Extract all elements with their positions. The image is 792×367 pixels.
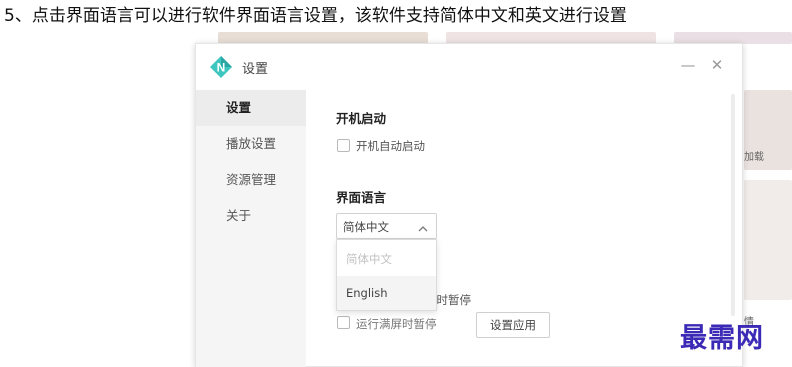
- watermark-logo: 最需网: [680, 323, 764, 354]
- settings-content: 开机启动 开机自动启动 界面语言 简体中文 简体中文 English 随时暂停 …: [306, 90, 743, 367]
- dialog-titlebar[interactable]: N 设置 — ✕: [196, 44, 742, 90]
- language-dropdown-menu: 简体中文 English: [336, 239, 437, 311]
- app-logo-icon: N: [210, 56, 232, 78]
- fullscreen-pause-checkbox[interactable]: [337, 316, 350, 329]
- language-selected-value: 简体中文: [343, 220, 389, 234]
- startup-section-title: 开机启动: [336, 111, 387, 126]
- content-scrollbar[interactable]: [731, 94, 735, 316]
- startup-checkbox-label: 开机自动启动: [356, 139, 425, 153]
- sidebar-item-settings[interactable]: 设置: [196, 90, 306, 126]
- minimize-button[interactable]: —: [678, 55, 698, 75]
- apply-settings-button[interactable]: 设置应用: [476, 312, 550, 338]
- fullscreen-pause-label: 运行满屏时暂停: [356, 317, 437, 331]
- background-fragment-text: 加载: [744, 152, 764, 163]
- close-button[interactable]: ✕: [707, 55, 727, 75]
- dialog-title: 设置: [242, 62, 269, 77]
- step-caption: 5、点击界面语言可以进行软件界面语言设置，该软件支持简体中文和英文进行设置: [4, 6, 627, 26]
- language-select[interactable]: 简体中文: [336, 213, 437, 239]
- language-option-chinese: 简体中文: [346, 252, 392, 266]
- chevron-up-icon: [417, 220, 429, 232]
- language-section-title: 界面语言: [336, 190, 387, 205]
- logo-letter: N: [217, 61, 226, 75]
- settings-sidebar: 设置 播放设置 资源管理 关于: [196, 90, 306, 367]
- settings-dialog: N 设置 — ✕ 设置 播放设置 资源管理 关于 开机启动 开机自动启动 界面语…: [195, 43, 743, 367]
- sidebar-item-resources[interactable]: 资源管理: [196, 162, 306, 198]
- startup-checkbox[interactable]: [337, 139, 350, 152]
- language-option-english[interactable]: English: [337, 276, 436, 310]
- sidebar-item-about[interactable]: 关于: [196, 198, 306, 234]
- wallpaper-thumbnail[interactable]: [744, 180, 792, 300]
- sidebar-item-playback[interactable]: 播放设置: [196, 126, 306, 162]
